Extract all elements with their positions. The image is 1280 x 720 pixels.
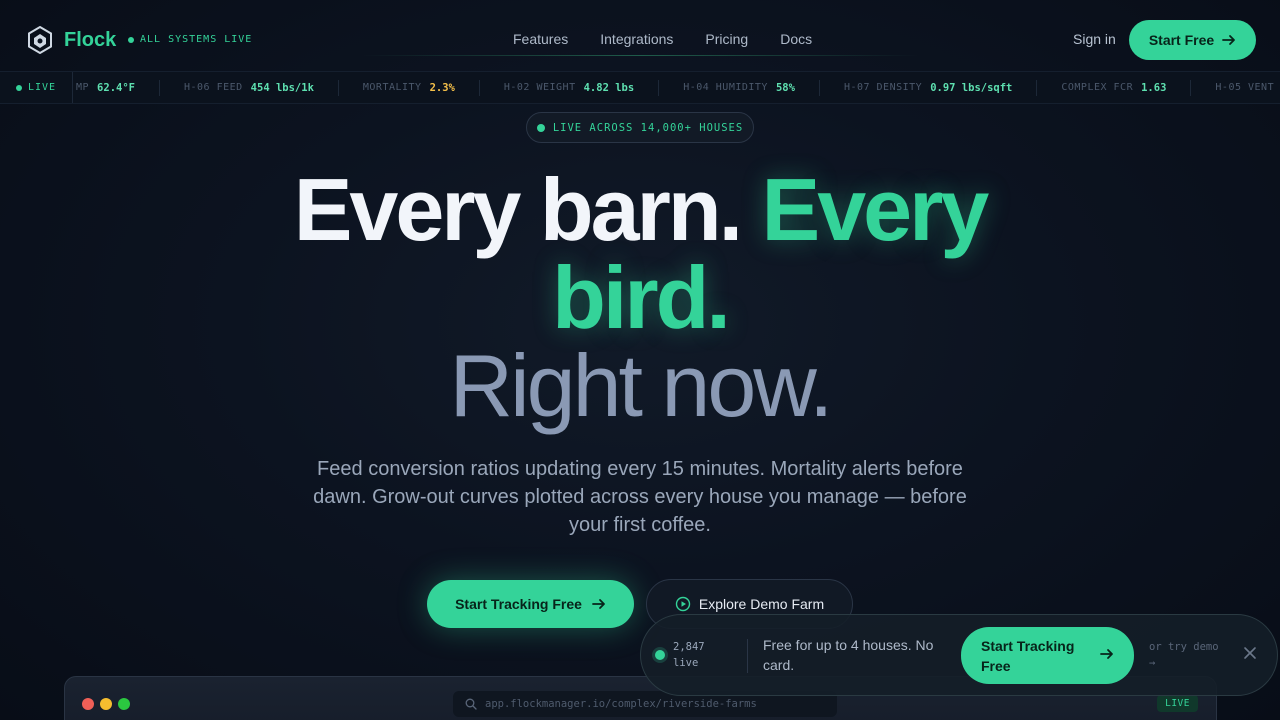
live-pulse-icon — [655, 650, 665, 660]
ticker-item: H-04 HUMIDITY 58% — [659, 79, 820, 96]
ticker-item: H-02 WEIGHT 4.82 lbs — [480, 79, 660, 96]
play-circle-icon — [675, 596, 691, 612]
ticker-item-value: 1.63 — [1141, 81, 1167, 94]
start-free-button[interactable]: Start Free — [1129, 20, 1256, 60]
sign-in-link[interactable]: Sign in — [1073, 31, 1116, 47]
ticker-item-value: 454 lbs/1k — [250, 81, 314, 94]
window-minimize-dot — [100, 698, 112, 710]
bar-divider — [747, 639, 748, 673]
flock-logo-icon — [28, 26, 52, 54]
nav-link-docs[interactable]: Docs — [780, 31, 812, 47]
search-icon — [465, 698, 477, 710]
window-maximize-dot — [118, 698, 130, 710]
live-count-number: 2,847 — [673, 641, 705, 653]
brand-name: Flock — [64, 28, 117, 51]
nav-link-integrations[interactable]: Integrations — [600, 31, 673, 47]
hero-subtitle: Feed conversion ratios updating every 15… — [313, 458, 967, 536]
ticker-item: COMPLEX FCR 1.63 — [1037, 79, 1192, 96]
ticker-item-label: COMPLEX FCR — [1061, 82, 1134, 93]
live-count-text: 2,847 live — [673, 639, 705, 671]
ticker-track: MP 62.4°F H-06 FEED 454 lbs/1k MORTALITY 2.3%… — [52, 72, 1280, 103]
start-tracking-label: Start Tracking Free — [455, 596, 582, 612]
ticker-item: H-07 DENSITY 0.97 lbs/sqft — [820, 79, 1038, 96]
metrics-ticker: LIVE MP 62.4°F H-06 FEED 454 lbs/1k MORTALIT… — [0, 71, 1280, 104]
ticker-item-label: H-05 VENT — [1215, 82, 1275, 93]
arrow-right-icon — [1100, 649, 1113, 659]
pill-dot-icon — [536, 123, 545, 132]
try-demo-arrow: → — [1149, 657, 1156, 669]
window-close-dot — [82, 698, 94, 710]
ticker-item-value: 4.82 lbs — [583, 81, 635, 94]
ticker-item-label: H-06 FEED — [183, 82, 243, 93]
ticker-item-value: 2.3% — [429, 81, 455, 94]
headline-every-barn: Every barn. — [293, 160, 743, 259]
status-dot-icon — [128, 36, 134, 43]
live-houses-pill: LIVE ACROSS 14,000+ HOUSES — [526, 112, 754, 143]
close-icon[interactable] — [1243, 646, 1257, 660]
system-status: ALL SYSTEMS LIVE — [128, 34, 252, 45]
ticker-item: H-06 FEED 454 lbs/1k — [160, 79, 339, 96]
ticker-item: MORTALITY 2.3% — [339, 79, 480, 96]
live-count: 2,847 live — [655, 639, 705, 671]
status-text: ALL SYSTEMS LIVE — [140, 34, 253, 45]
ticker-live-text: LIVE — [28, 82, 57, 93]
bar-cta-line1: Start Tracking — [981, 637, 1075, 654]
live-dot-icon — [16, 84, 22, 91]
arrow-right-icon — [592, 599, 605, 609]
ticker-item: H-05 VENT — [1191, 80, 1280, 96]
nav-link-features[interactable]: Features — [513, 31, 568, 47]
headline-bird: bird. — [552, 248, 731, 347]
headline-right-now: Right now. — [449, 336, 834, 435]
nav-links: Features Integrations Pricing Docs — [513, 31, 812, 47]
explore-demo-label: Explore Demo Farm — [698, 596, 825, 612]
ticker-item-label: H-07 DENSITY — [843, 82, 923, 93]
ticker-item-label: MORTALITY — [362, 82, 422, 93]
arrow-right-icon — [1222, 35, 1236, 45]
bar-cta-line2: Free — [981, 657, 1011, 674]
bar-cta-label: Start Tracking Free — [981, 636, 1074, 676]
preview-live-badge: LIVE — [1157, 695, 1198, 712]
ticker-item-value: 58% — [775, 81, 795, 94]
start-tracking-button[interactable]: Start Tracking Free — [427, 580, 634, 628]
top-nav: Flock ALL SYSTEMS LIVE Features Integrat… — [0, 0, 1280, 72]
sticky-signup-bar: 2,847 live Free for up to 4 houses. No c… — [640, 614, 1278, 696]
bar-start-tracking-button[interactable]: Start Tracking Free — [961, 627, 1134, 684]
live-count-word: live — [673, 657, 699, 669]
ticker-item-label: MP — [76, 82, 90, 93]
ticker-item-label: H-04 HUMIDITY — [683, 82, 768, 93]
brand-logo[interactable]: Flock — [28, 26, 116, 54]
try-demo-text: or try demo — [1149, 641, 1219, 653]
ticker-item-value: 62.4°F — [97, 81, 135, 94]
try-demo-link[interactable]: or try demo → — [1149, 639, 1219, 671]
pill-text: LIVE ACROSS 14,000+ HOUSES — [552, 121, 744, 134]
ticker-item-value: 0.97 lbs/sqft — [930, 81, 1013, 94]
headline-every: Every — [761, 160, 990, 259]
ticker-item-label: H-02 WEIGHT — [503, 82, 576, 93]
address-url: app.flockmanager.io/complex/riverside-fa… — [485, 698, 757, 710]
ticker-live-label: LIVE — [0, 72, 73, 103]
headline-line-1: Every barn. Every — [0, 166, 1280, 254]
start-free-label: Start Free — [1148, 32, 1215, 48]
nav-link-pricing[interactable]: Pricing — [705, 31, 748, 47]
bar-offer-text: Free for up to 4 houses. No card. — [763, 637, 934, 673]
nav-divider — [360, 55, 920, 56]
